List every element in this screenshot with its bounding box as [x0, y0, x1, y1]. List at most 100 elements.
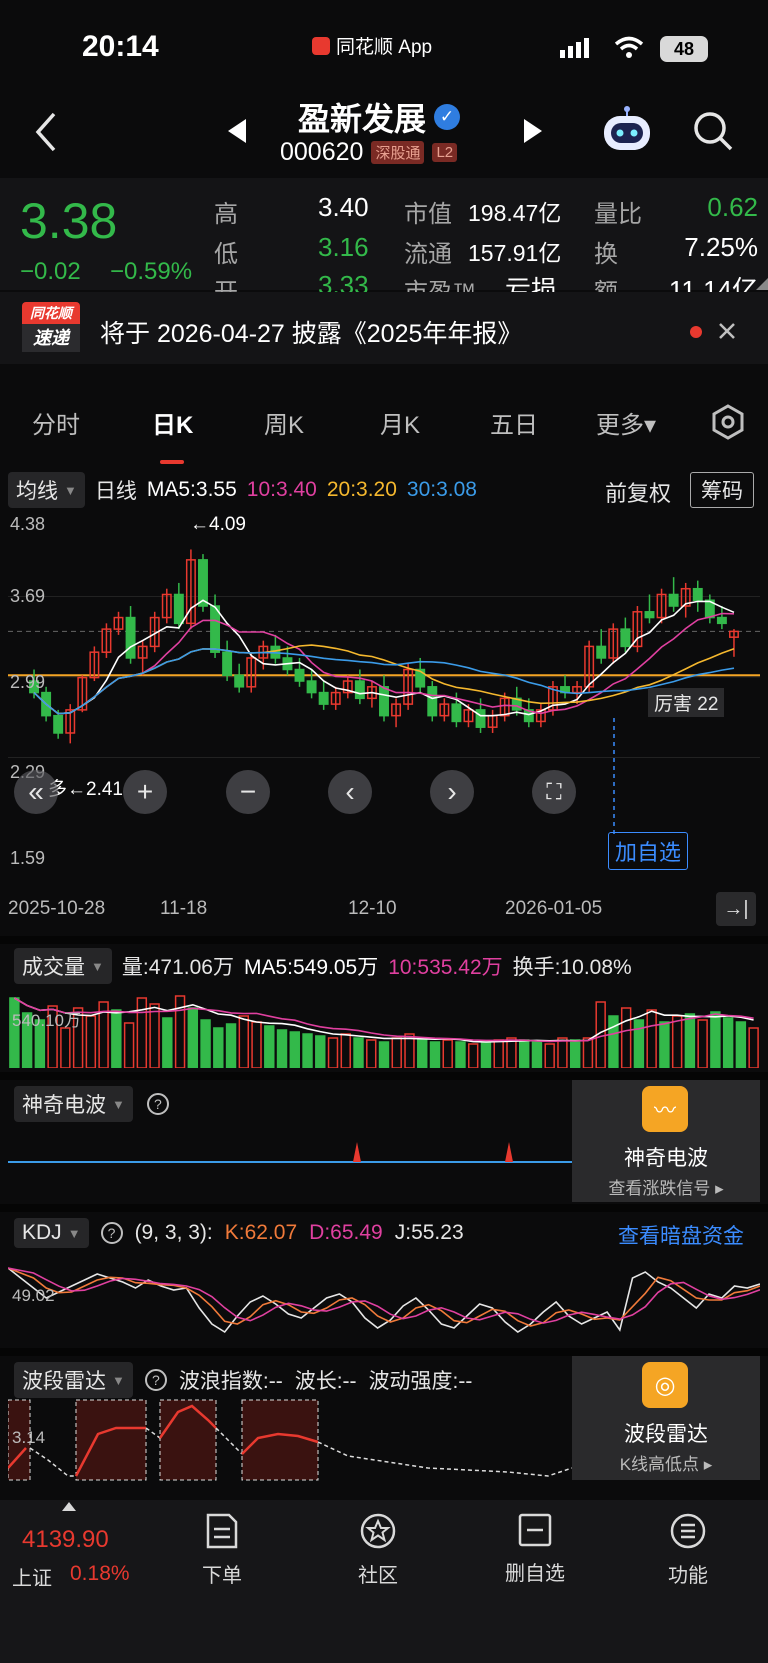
help-icon[interactable]: ? [100, 1222, 123, 1244]
radar-panel: 波段雷达 ▼ ? 波浪指数:-- 波长:-- 波动强度:-- 3.14 ◎ 波段雷… [0, 1356, 768, 1482]
ma-dropdown[interactable]: 均线 ▼ [8, 472, 85, 508]
battery-level: 48 [673, 39, 695, 59]
chips-button[interactable]: 筹码 [690, 472, 754, 508]
fullscreen-button[interactable]: ⛶ [532, 770, 576, 814]
volume-bar [123, 1022, 135, 1068]
collapse-left-button[interactable]: « [14, 770, 58, 814]
help-icon[interactable]: ? [146, 1093, 169, 1115]
x-tick: 2025-10-28 [8, 898, 106, 919]
volume-bar [276, 1029, 288, 1068]
volume-dropdown-label: 成交量 [22, 956, 85, 979]
kline-chart[interactable] [8, 508, 760, 854]
radar-feature-icon: ◎ [642, 1362, 688, 1408]
volume-bar [251, 1021, 262, 1068]
low-marker: 多←2.41 [48, 779, 123, 800]
volume-turnover: 换手:10.08% [512, 956, 632, 979]
next-stock-icon[interactable] [522, 118, 544, 144]
add-watchlist-button[interactable]: 加自选 [608, 832, 689, 870]
tab-five-day[interactable]: 五日 [490, 405, 538, 440]
zoom-in-button[interactable]: + [123, 770, 167, 814]
volume-bar [735, 1021, 747, 1068]
robot-assistant-icon[interactable] [600, 106, 654, 154]
tab-intraday[interactable]: 分时 [32, 405, 80, 440]
kdj-d: D:65.49 [309, 1221, 383, 1244]
wave-side-card[interactable]: 〰 神奇电波 查看涨跌信号 ▸ [572, 1080, 760, 1202]
volume-chart[interactable] [8, 984, 760, 1068]
scroll-right-button[interactable]: › [430, 770, 474, 814]
close-icon[interactable] [718, 322, 736, 340]
expand-corner-icon[interactable] [756, 278, 768, 290]
candle [644, 611, 655, 619]
jump-latest-button[interactable]: →| [716, 892, 756, 926]
price-change: −0.02 [20, 258, 81, 285]
kdj-dropdown[interactable]: KDJ ▼ [14, 1218, 89, 1248]
radar-side-card[interactable]: ◎ 波段雷达 K线高低点 ▸ [572, 1356, 760, 1480]
kdj-k-line [8, 1267, 760, 1327]
nav-community[interactable]: 社区 [346, 1512, 410, 1588]
stock-code: 000620 [280, 138, 364, 166]
help-icon[interactable]: ? [144, 1369, 167, 1391]
volume-ma5: MA5:549.05万 [243, 956, 379, 979]
volume-bar [646, 1009, 657, 1068]
tab-more[interactable]: 更多▾ [596, 405, 656, 440]
kdj-chart [8, 1267, 760, 1334]
kdj-k: K:62.07 [224, 1221, 298, 1244]
tab-weekly-k[interactable]: 周K [264, 405, 304, 440]
index-widget[interactable]: 4139.90 上证 0.18% [0, 1500, 140, 1600]
double-chevron-left-icon: « [28, 776, 44, 807]
stock-title: 盈新发展 ✓ [298, 94, 461, 140]
volume-bar [442, 1039, 453, 1068]
dark-pool-link[interactable]: 查看暗盘资金 [618, 1220, 744, 1250]
volume-bar [162, 1017, 173, 1068]
candle [210, 605, 221, 653]
ma20-value: 20:3.20 [326, 478, 397, 501]
adjust-button[interactable]: 前复权 [605, 476, 671, 508]
back-icon[interactable] [34, 112, 58, 152]
x-tick: 12-10 [348, 898, 397, 919]
zoom-out-button[interactable]: − [226, 770, 270, 814]
nav-functions[interactable]: 功能 [656, 1512, 720, 1588]
signal-icon [560, 38, 589, 58]
radar-side-subtitle: K线高低点 ▸ [619, 1455, 713, 1474]
divider [0, 1204, 768, 1212]
chevron-down-icon: ▼ [64, 482, 77, 498]
battery-icon: 48 [660, 36, 708, 62]
radar-dropdown[interactable]: 波段雷达 ▼ [14, 1362, 133, 1398]
y-tick: 4.38 [10, 514, 46, 534]
volume-bar [582, 1037, 594, 1068]
volume-bar [557, 1037, 568, 1068]
volume-bar [302, 1033, 313, 1068]
fullscreen-icon: ⛶ [546, 779, 562, 804]
settings-icon[interactable] [710, 404, 746, 440]
wave-strength: 波动强度:-- [368, 1370, 473, 1393]
scroll-left-button[interactable]: ‹ [328, 770, 372, 814]
prev-stock-icon[interactable] [226, 118, 248, 144]
tab-monthly-k[interactable]: 月K [380, 405, 420, 440]
wave-legend: 神奇电波 ▼ ? [14, 1086, 169, 1122]
volume-bar [366, 1039, 377, 1068]
wave-chart [8, 1142, 572, 1163]
news-logo-bottom: 速递 [22, 324, 80, 352]
candle [716, 616, 727, 625]
volume-bar [60, 1027, 71, 1068]
nav-remove-watch[interactable]: 删自选 [498, 1512, 572, 1586]
candle [306, 680, 317, 694]
volume-dropdown[interactable]: 成交量 ▼ [14, 948, 112, 984]
nav-order[interactable]: 下单 [190, 1512, 254, 1588]
search-icon[interactable] [692, 110, 734, 152]
low-label: 低 [214, 241, 238, 268]
candle [234, 674, 245, 688]
x-tick: 2026-01-05 [505, 898, 603, 919]
divider [0, 1072, 768, 1080]
volume-bar [200, 1019, 211, 1068]
wave-dropdown[interactable]: 神奇电波 ▼ [14, 1086, 133, 1122]
ma5-value: MA5:3.55 [146, 478, 237, 501]
volume-bar [111, 1009, 122, 1068]
volume-bar [569, 1039, 581, 1068]
app-name: 同花顺 App [336, 37, 433, 58]
news-text[interactable]: 将于 2026-04-27 披露《2025年年报》 [100, 314, 522, 350]
news-banner[interactable]: 同花顺 速递 将于 2026-04-27 披露《2025年年报》 [0, 292, 768, 364]
nav-functions-label: 功能 [668, 1565, 708, 1587]
triangle-up-icon [62, 1502, 76, 1511]
tab-daily-k[interactable]: 日K [152, 405, 193, 440]
